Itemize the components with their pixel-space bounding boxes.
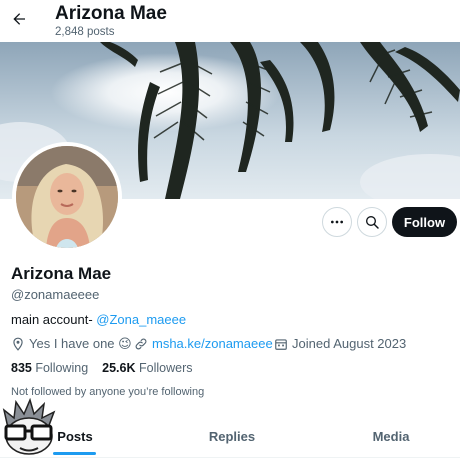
- profile-handle: @zonamaeeee: [11, 287, 100, 302]
- profile-joined: Joined August 2023: [274, 336, 406, 351]
- profile-tabs: Posts Replies Media: [0, 415, 460, 460]
- not-followed-note: Not followed by anyone you’re following: [11, 386, 205, 398]
- more-button[interactable]: [322, 207, 352, 237]
- active-tab-indicator: [53, 452, 96, 455]
- tabs-divider: [0, 457, 460, 458]
- cartoon-mascot-overlay: [0, 397, 58, 456]
- joined-text: Joined August 2023: [292, 336, 407, 351]
- location-icon: [13, 337, 23, 351]
- location-text: Yes I have one 😉: [29, 336, 132, 351]
- search-icon: [366, 216, 379, 229]
- follow-counts: 835 Following 25.6K Followers: [11, 361, 193, 375]
- profile-name: Arizona Mae: [11, 264, 112, 283]
- tab-replies[interactable]: Replies: [200, 415, 264, 457]
- avatar[interactable]: [12, 142, 122, 252]
- followers-link[interactable]: 25.6K Followers: [102, 361, 192, 375]
- profile-bio: main account- @Zona_maeee: [11, 312, 186, 327]
- tab-posts[interactable]: Posts: [52, 415, 98, 457]
- profile-location: Yes I have one 😉: [11, 336, 132, 352]
- following-label: Following: [35, 361, 89, 375]
- website-link[interactable]: msha.ke/zonamaeee: [152, 336, 273, 351]
- search-button[interactable]: [357, 207, 387, 237]
- followers-count: 25.6K: [102, 361, 136, 375]
- followers-label: Followers: [139, 361, 193, 375]
- profile-website[interactable]: msha.ke/zonamaeee: [134, 336, 273, 351]
- bio-text: main account-: [11, 312, 97, 327]
- bio-mention-link[interactable]: @Zona_maeee: [96, 312, 186, 327]
- avatar-photo: [16, 146, 118, 248]
- link-icon: [135, 338, 147, 349]
- calendar-icon: [275, 338, 287, 350]
- back-button[interactable]: [8, 7, 30, 31]
- top-bar: Arizona Mae 2,848 posts: [0, 0, 460, 42]
- header-title: Arizona Mae: [55, 3, 167, 24]
- more-icon: [331, 220, 343, 224]
- following-link[interactable]: 835 Following: [11, 361, 88, 375]
- following-count: 835: [11, 361, 32, 375]
- back-arrow-icon: [13, 13, 25, 25]
- tab-media[interactable]: Media: [362, 415, 420, 457]
- header-posts-count: 2,848 posts: [55, 26, 115, 38]
- follow-button[interactable]: Follow: [392, 207, 457, 237]
